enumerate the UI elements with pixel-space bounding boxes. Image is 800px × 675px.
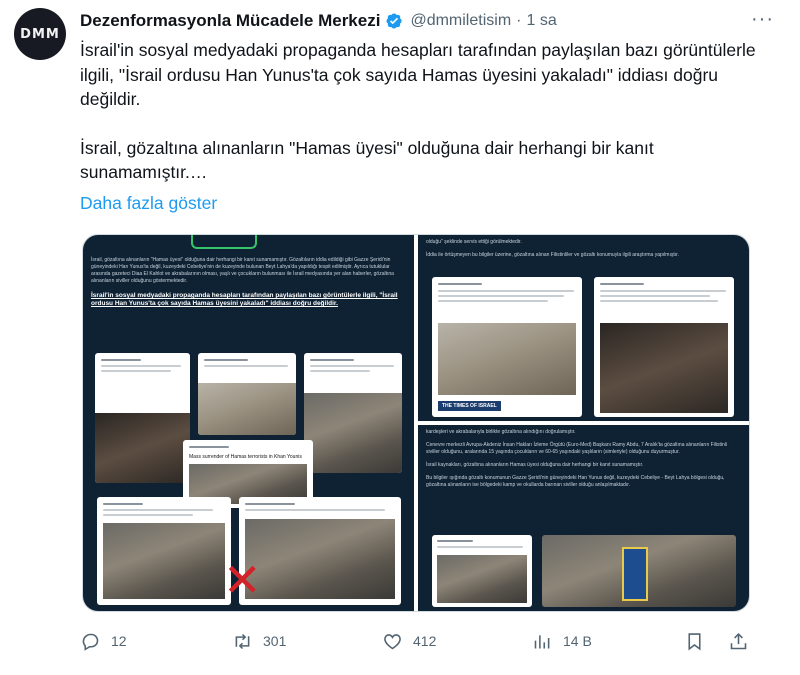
left-panel-body-text: İsrail, gözaltına alınanların "Hamas üye… [91, 257, 394, 284]
media-image[interactable]: İsrail, gözaltına alınanların "Hamas üye… [82, 234, 750, 612]
separator-dot: · [516, 12, 522, 29]
heart-icon [384, 633, 401, 649]
like-button[interactable]: 412 [382, 626, 436, 656]
times-of-israel-logo: THE TIMES OF ISRAEL [438, 401, 501, 411]
tweet-screenshot-card: THE TIMES OF ISRAEL [432, 277, 582, 417]
left-panel-highlight-text: İsrail'in sosyal medyadaki propaganda he… [91, 292, 398, 307]
right-top-text-1: olduğu" şeklinde servis ettiği görülmekt… [426, 239, 522, 245]
more-options-icon[interactable]: ··· [751, 8, 774, 31]
card-caption: Mass surrender of Hamas terrorists in Kh… [189, 454, 302, 460]
tweet-actions-bar: 12 301 412 14 B [80, 626, 770, 656]
retweet-icon [235, 633, 250, 649]
author-name[interactable]: Dezenformasyonla Mücadele Merkezi [80, 11, 380, 31]
avatar-logo-text: DMM [20, 26, 60, 42]
share-icon [730, 632, 747, 649]
right-bottom-text-4: Bu bilgiler ışığında gözaltı konumunun G… [426, 475, 725, 488]
photo-card [542, 535, 736, 607]
tweet-screenshot-card [594, 277, 734, 417]
tweet-screenshot-card [198, 353, 296, 435]
tweet-paragraph-2: İsrail, gözaltına alınanların "Hamas üye… [80, 137, 654, 183]
views-button[interactable]: 14 B [532, 626, 592, 656]
bookmark-icon [688, 632, 701, 651]
speech-bubble-shape [191, 235, 257, 249]
tweet-text: İsrail'in sosyal medyadaki propaganda he… [80, 38, 770, 185]
media-panel-right-bottom: kardeşleri ve akrabalarıyla birlikte göz… [418, 425, 749, 611]
share-button[interactable] [728, 626, 749, 656]
right-top-text-2: İddia ile örtüşmeyen bu bilgiler üzerine… [426, 252, 679, 258]
reply-button[interactable]: 12 [80, 626, 127, 656]
right-bottom-text-3: İsrail kaynakları, gözaltına alınanların… [426, 462, 644, 468]
verified-badge-icon[interactable] [384, 11, 404, 31]
tweet-header: Dezenformasyonla Mücadele Merkezi @dmmil… [80, 8, 780, 34]
tweet-paragraph-1: İsrail'in sosyal medyadaki propaganda he… [80, 40, 756, 109]
views-count: 14 B [563, 633, 592, 649]
tweet-screenshot-card [304, 353, 402, 473]
bookmark-button[interactable] [684, 626, 705, 656]
right-bottom-text-1: kardeşleri ve akrabalarıyla birlikte göz… [426, 429, 576, 435]
retweet-button[interactable]: 301 [232, 626, 286, 656]
tweet-screenshot-card [432, 535, 532, 607]
author-handle[interactable]: @dmmiletisim [410, 12, 511, 30]
retweet-count: 301 [263, 633, 287, 649]
show-more-link[interactable]: Daha fazla göster [80, 193, 217, 214]
tweet-screenshot-card [97, 497, 231, 605]
avatar[interactable]: DMM [14, 8, 66, 60]
right-bottom-text-2: Cenevre merkezli Avrupa-Akdeniz İnsan Ha… [426, 442, 727, 455]
reply-count: 12 [111, 633, 127, 649]
tweet-screenshot-card [239, 497, 401, 605]
views-chart-icon [534, 634, 550, 648]
red-cross-mark-icon: ✕ [223, 553, 262, 607]
timestamp[interactable]: 1 sa [526, 12, 556, 30]
like-count: 412 [413, 633, 437, 649]
media-panel-left: İsrail, gözaltına alınanların "Hamas üye… [83, 235, 414, 611]
tweet-screenshot-card [95, 353, 190, 483]
sign-board-shape [622, 547, 648, 601]
media-panel-right-top: olduğu" şeklinde servis ettiği görülmekt… [418, 235, 749, 421]
reply-icon [82, 633, 99, 651]
